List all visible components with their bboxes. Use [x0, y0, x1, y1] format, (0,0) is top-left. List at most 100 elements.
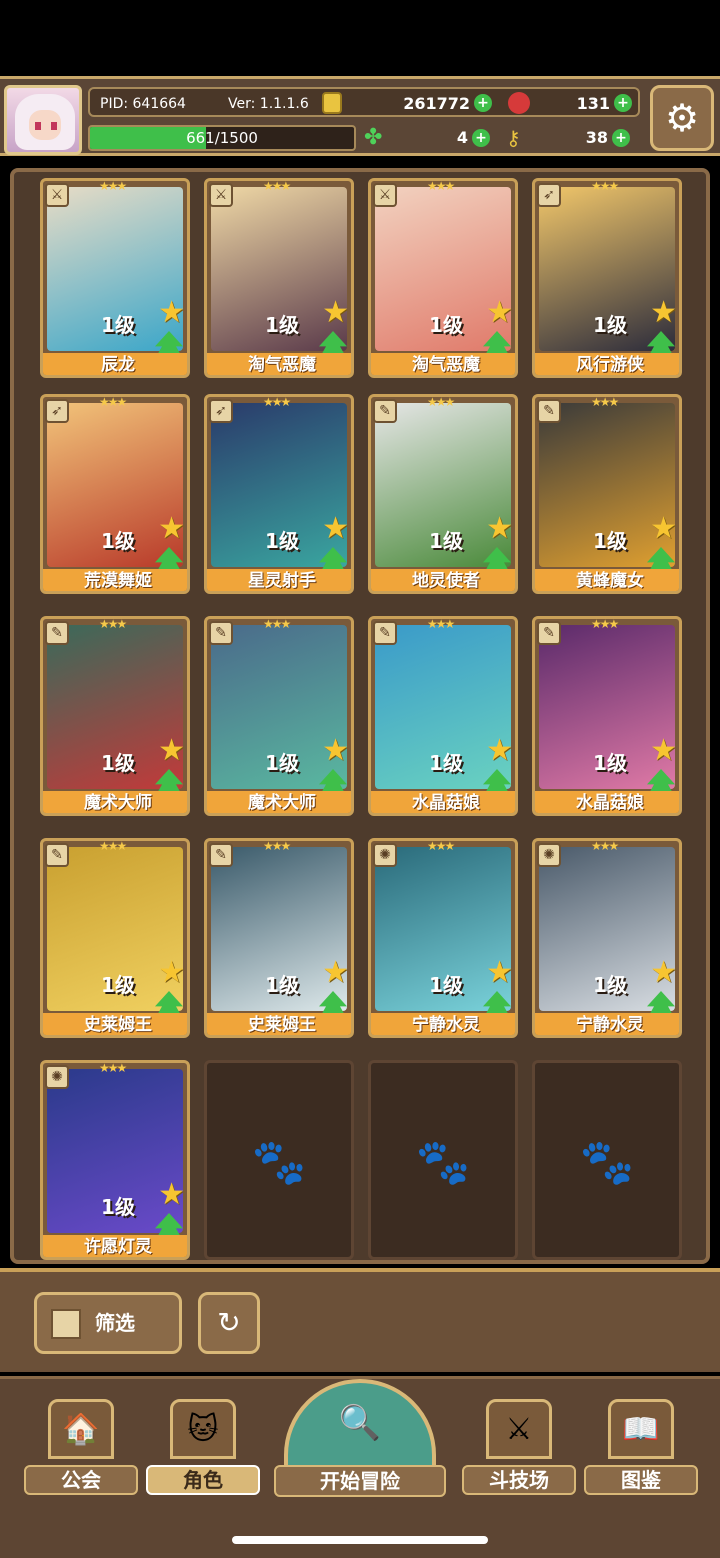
rarity-stars: ★★★ — [99, 617, 127, 631]
class-icon: ⚔ — [373, 183, 397, 207]
star-up-icon: ★ — [650, 955, 677, 990]
avatar-eye — [51, 122, 57, 130]
add-gold-button[interactable]: + — [474, 94, 492, 112]
rarity-stars: ★★★ — [99, 395, 127, 409]
character-card[interactable]: ✺ ★★★ 1级 ★ 宁静水灵 — [532, 838, 682, 1038]
refresh-icon: ↻ — [217, 1306, 241, 1339]
nav-arena-label: 斗技场 — [462, 1465, 576, 1495]
star-up-icon: ★ — [486, 295, 513, 330]
rarity-stars: ★★★ — [427, 395, 455, 409]
top-status-bar: PID: 641664 Ver: 1.1.1.6 261772 + 131 + … — [0, 76, 720, 156]
character-card[interactable]: ➶ ★★★ 1级 ★ 星灵射手 — [204, 394, 354, 594]
rarity-stars: ★★★ — [591, 395, 619, 409]
nav-character-label: 角色 — [146, 1465, 260, 1495]
class-icon: ✎ — [209, 843, 233, 867]
rarity-stars: ★★★ — [427, 617, 455, 631]
paw-icon: 🐾 — [415, 1137, 471, 1188]
grid-icon — [51, 1309, 81, 1339]
nav-start-adventure[interactable]: 🔍 开始冒险 — [274, 1379, 446, 1497]
character-icon: 🐱 — [170, 1399, 236, 1459]
character-name: 史莱姆王 — [207, 1013, 351, 1035]
star-up-icon: ★ — [158, 295, 185, 330]
filter-label: 筛选 — [95, 1311, 135, 1335]
add-clover-button[interactable]: + — [472, 129, 490, 147]
settings-button[interactable]: ⚙ — [650, 85, 714, 151]
crossed-swords-icon: ⚔ — [486, 1399, 552, 1459]
character-card[interactable]: ✎ ★★★ 1级 ★ 黄蜂魔女 — [532, 394, 682, 594]
resource-row: PID: 641664 Ver: 1.1.1.6 261772 + 131 + — [88, 87, 640, 117]
rarity-stars: ★★★ — [591, 839, 619, 853]
character-name: 辰龙 — [43, 353, 187, 375]
star-up-icon: ★ — [322, 733, 349, 768]
star-up-icon: ★ — [486, 511, 513, 546]
nav-arena[interactable]: ⚔ 斗技场 — [462, 1399, 576, 1495]
add-gem-button[interactable]: + — [614, 94, 632, 112]
character-card[interactable]: ✎ ★★★ 1级 ★ 水晶菇娘 — [368, 616, 518, 816]
character-name: 星灵射手 — [207, 569, 351, 591]
class-icon: ✎ — [45, 843, 69, 867]
character-card[interactable]: ✎ ★★★ 1级 ★ 史莱姆王 — [204, 838, 354, 1038]
character-card[interactable]: ✎ ★★★ 1级 ★ 地灵使者 — [368, 394, 518, 594]
character-roster[interactable]: ⚔ ★★★ 1级 ★ 辰龙 ⚔ ★★★ 1级 ★ 淘气恶魔 ⚔ ★★★ 1级 ★ 淘气恶魔 ➶ ★★★ 1级 ★ 风行… — [10, 168, 710, 1264]
nav-character[interactable]: 🐱 角色 — [146, 1399, 260, 1495]
star-up-icon: ★ — [322, 955, 349, 990]
rarity-stars: ★★★ — [263, 617, 291, 631]
add-key-button[interactable]: + — [612, 129, 630, 147]
player-avatar[interactable] — [4, 85, 82, 155]
rarity-stars: ★★★ — [263, 395, 291, 409]
gem-count: 131 — [576, 94, 610, 113]
star-up-icon: ★ — [158, 511, 185, 546]
class-icon: ✎ — [373, 621, 397, 645]
rarity-stars: ★★★ — [427, 839, 455, 853]
gold-count: 261772 — [403, 94, 470, 113]
character-card[interactable]: ⚔ ★★★ 1级 ★ 辰龙 — [40, 178, 190, 378]
class-icon: ⚔ — [45, 183, 69, 207]
game-version: Ver: 1.1.1.6 — [228, 96, 309, 112]
key-icon: ⚷ — [506, 126, 521, 150]
class-icon: ✎ — [209, 621, 233, 645]
home-indicator[interactable] — [232, 1536, 488, 1544]
character-card[interactable]: ⚔ ★★★ 1级 ★ 淘气恶魔 — [204, 178, 354, 378]
character-card[interactable]: ➶ ★★★ 1级 ★ 风行游侠 — [532, 178, 682, 378]
star-up-icon: ★ — [322, 511, 349, 546]
star-up-icon: ★ — [650, 511, 677, 546]
nav-adventure-label: 开始冒险 — [274, 1465, 446, 1497]
rarity-stars: ★★★ — [263, 839, 291, 853]
rarity-stars: ★★★ — [427, 179, 455, 193]
star-up-icon: ★ — [322, 295, 349, 330]
character-name: 魔术大师 — [43, 791, 187, 813]
avatar-eye — [35, 122, 41, 130]
refresh-button[interactable]: ↻ — [198, 1292, 260, 1354]
nav-guild[interactable]: 🏠 公会 — [24, 1399, 138, 1495]
clover-count: 4 — [456, 128, 468, 147]
character-name: 宁静水灵 — [535, 1013, 679, 1035]
character-card[interactable]: ✺ ★★★ 1级 ★ 宁静水灵 — [368, 838, 518, 1038]
nav-guild-label: 公会 — [24, 1465, 138, 1495]
character-name: 许愿灯灵 — [43, 1235, 187, 1257]
rarity-stars: ★★★ — [591, 617, 619, 631]
character-name: 史莱姆王 — [43, 1013, 187, 1035]
star-up-icon: ★ — [158, 1177, 185, 1212]
character-card[interactable]: ✺ ★★★ 1级 ★ 许愿灯灵 — [40, 1060, 190, 1260]
character-card[interactable]: ✎ ★★★ 1级 ★ 水晶菇娘 — [532, 616, 682, 816]
character-name: 水晶菇娘 — [535, 791, 679, 813]
star-up-icon: ★ — [486, 955, 513, 990]
rarity-stars: ★★★ — [263, 179, 291, 193]
character-card[interactable]: ⚔ ★★★ 1级 ★ 淘气恶魔 — [368, 178, 518, 378]
rarity-stars: ★★★ — [99, 179, 127, 193]
guild-icon: 🏠 — [48, 1399, 114, 1459]
character-card[interactable]: ✎ ★★★ 1级 ★ 魔术大师 — [204, 616, 354, 816]
character-name: 风行游侠 — [535, 353, 679, 375]
nav-codex[interactable]: 📖 图鉴 — [584, 1399, 698, 1495]
character-name: 荒漠舞姬 — [43, 569, 187, 591]
rarity-stars: ★★★ — [99, 1061, 127, 1075]
character-card[interactable]: ➶ ★★★ 1级 ★ 荒漠舞姬 — [40, 394, 190, 594]
key-count: 38 — [585, 128, 608, 147]
character-card[interactable]: ✎ ★★★ 1级 ★ 魔术大师 — [40, 616, 190, 816]
filter-button[interactable]: 筛选 — [34, 1292, 182, 1354]
class-icon: ➶ — [537, 183, 561, 207]
class-icon: ✎ — [45, 621, 69, 645]
bottom-nav: 🏠 公会 🐱 角色 🔍 开始冒险 ⚔ 斗技场 📖 图鉴 — [0, 1376, 720, 1558]
player-id: PID: 641664 — [100, 96, 186, 112]
character-card[interactable]: ✎ ★★★ 1级 ★ 史莱姆王 — [40, 838, 190, 1038]
